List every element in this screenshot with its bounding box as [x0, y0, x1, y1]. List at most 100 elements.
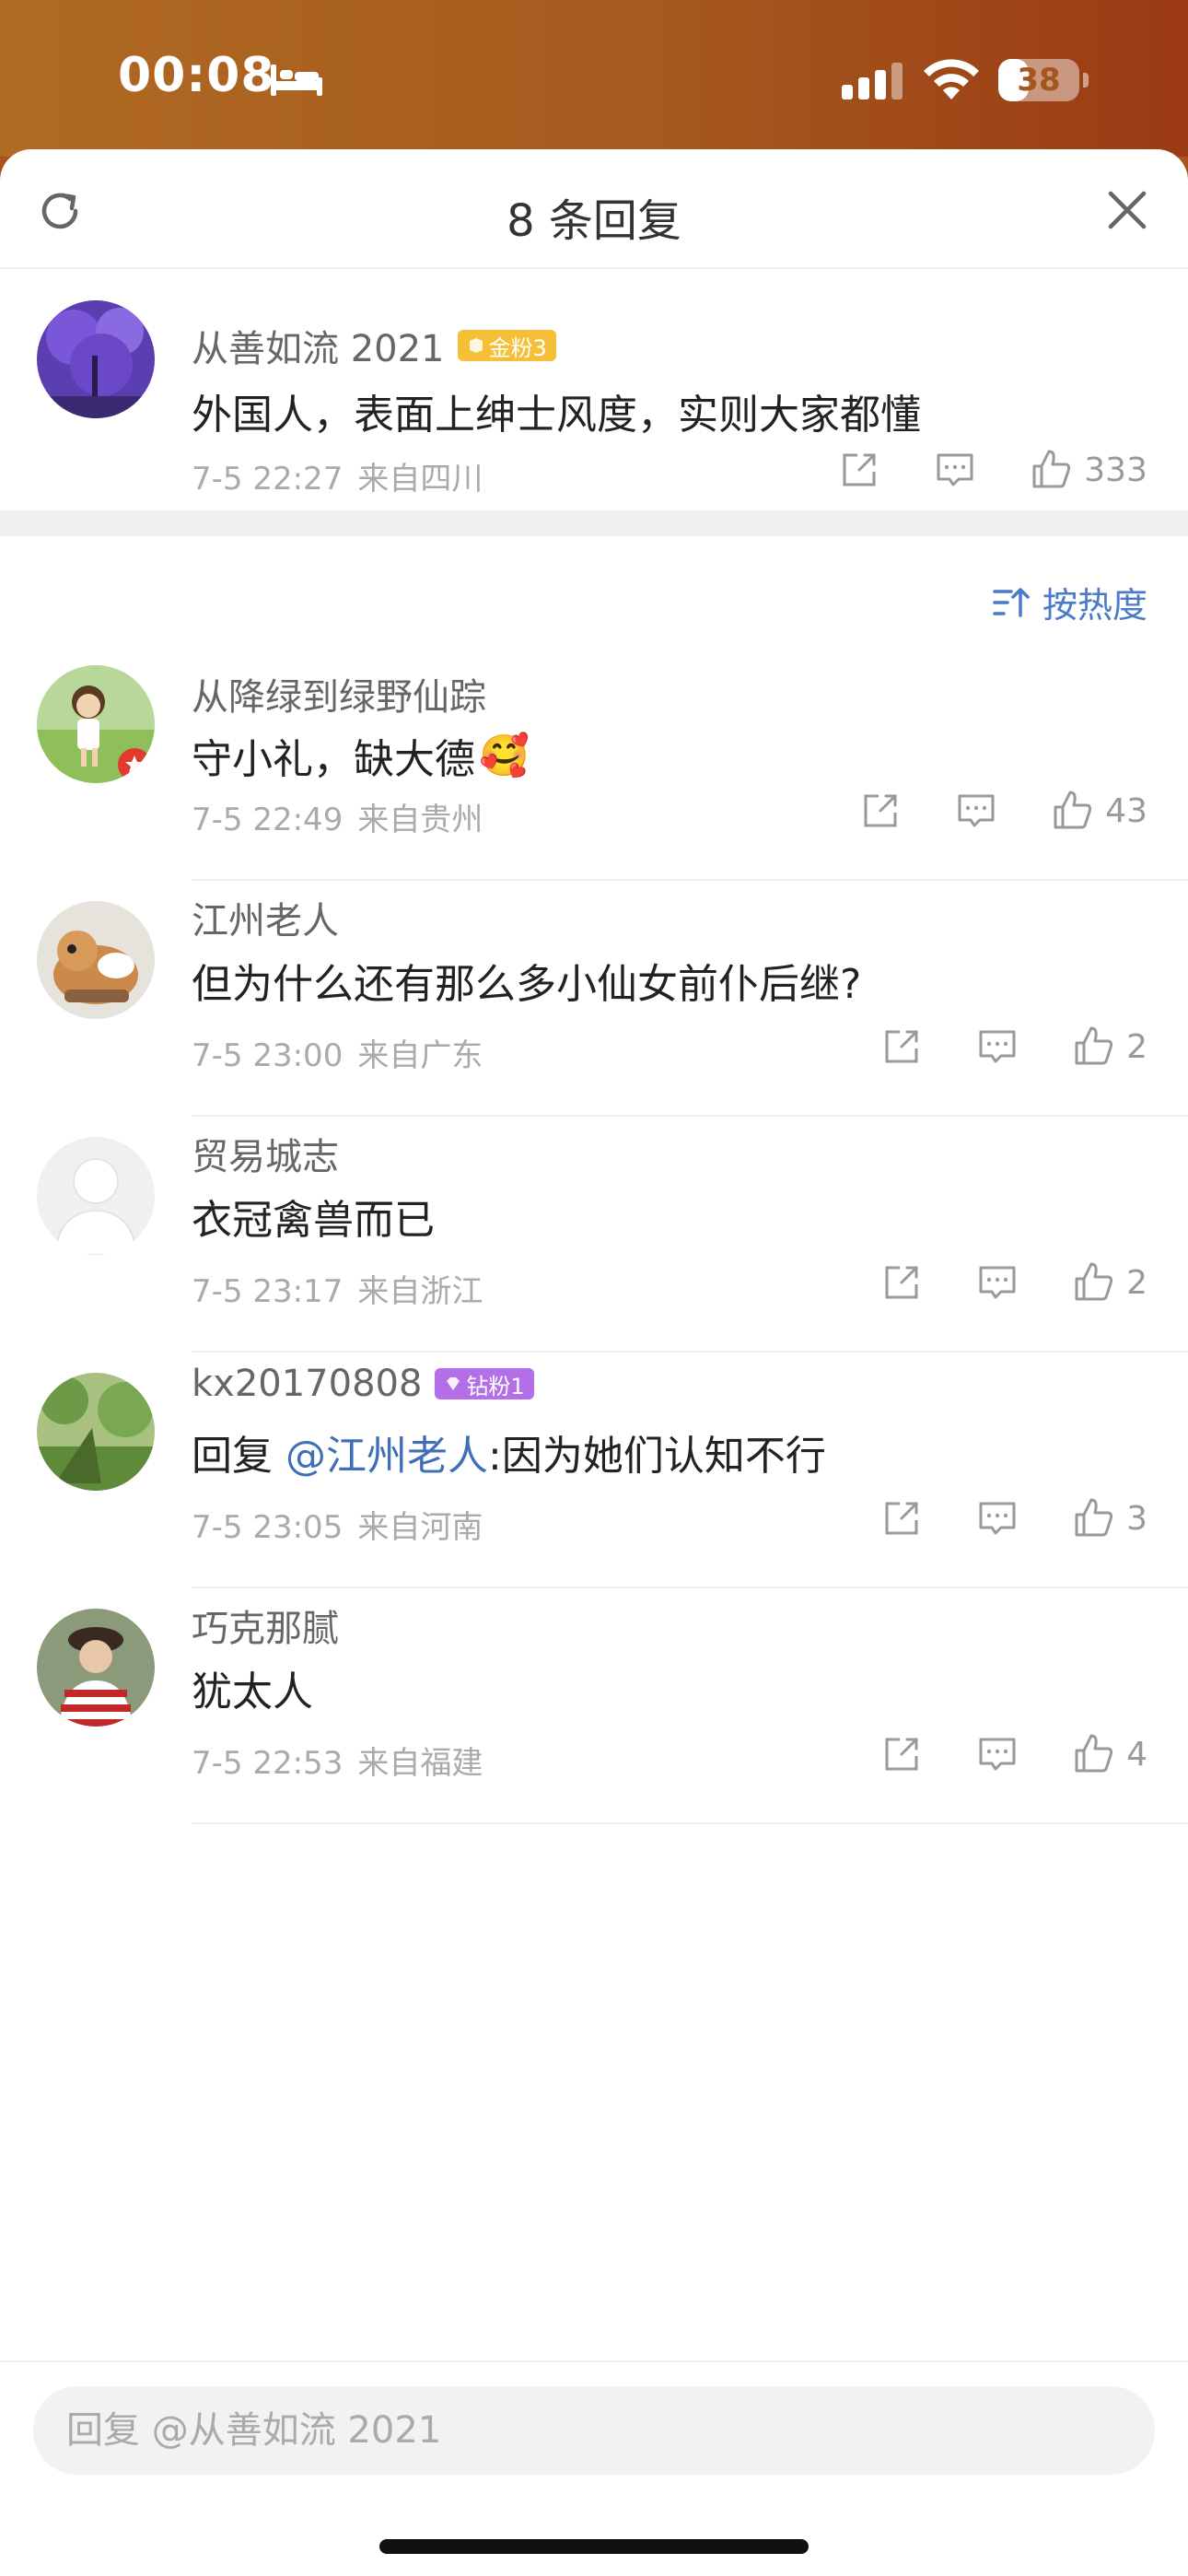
comment-icon[interactable]	[975, 1025, 1019, 1069]
battery-indicator: 38	[998, 59, 1079, 101]
comment-actions: 43	[858, 789, 1147, 833]
comment-icon[interactable]	[975, 1260, 1019, 1305]
comment-meta: 7-5 23:00 来自广东	[192, 1030, 483, 1075]
comment-date: 7-5 22:53	[192, 1745, 344, 1782]
comment-meta: 7-5 22:49 来自贵州	[192, 794, 483, 839]
status-bar: 00:08 38	[0, 0, 1188, 157]
reply-prefix: 回复	[192, 1433, 285, 1480]
sort-icon	[993, 587, 1030, 617]
username-text[interactable]: 从善如流 2021	[192, 319, 445, 372]
like-icon[interactable]	[1071, 1496, 1115, 1540]
comment-location: 来自浙江	[357, 1273, 483, 1310]
username-text[interactable]: 巧克那腻	[192, 1598, 339, 1652]
comment-icon[interactable]	[975, 1732, 1019, 1776]
like-icon[interactable]	[1029, 448, 1073, 492]
share-icon[interactable]	[879, 1260, 924, 1305]
share-icon[interactable]	[879, 1025, 924, 1069]
emoji-icon: 🥰	[479, 732, 530, 779]
wifi-icon	[924, 59, 979, 100]
sheet-header: 8 条回复	[0, 149, 1188, 269]
comment-actions: 2	[879, 1260, 1147, 1305]
status-time: 00:08	[118, 48, 275, 103]
comment-date: 7-5 23:17	[192, 1273, 344, 1310]
avatar[interactable]	[37, 300, 155, 418]
like-count: 4	[1126, 1735, 1147, 1774]
comment-username[interactable]: kx20170808 钻粉1	[192, 1363, 534, 1405]
avatar[interactable]	[37, 901, 155, 1019]
comment-meta: 7-5 22:27 来自四川	[192, 453, 483, 498]
like-count: 2	[1126, 1263, 1147, 1302]
battery-cap	[1083, 73, 1089, 88]
username-text[interactable]: 贸易城志	[192, 1127, 339, 1180]
comment-icon[interactable]	[933, 448, 977, 492]
comment-location: 来自广东	[357, 1037, 483, 1074]
bed-icon	[271, 64, 322, 96]
comment-date: 7-5 22:27	[192, 461, 344, 498]
badge-label: 钻粉1	[466, 1373, 525, 1399]
diamond-icon	[447, 1377, 460, 1390]
battery-level: 38	[1017, 62, 1061, 99]
sheet-title: 8 条回复	[507, 195, 681, 247]
avatar[interactable]	[37, 1137, 155, 1255]
username-text[interactable]: 从降绿到绿野仙踪	[192, 667, 486, 720]
crown-icon	[469, 338, 483, 353]
reply-item: 江州老人 但为什么还有那么多小仙女前仆后继? 7-5 23:00 来自广东 2	[0, 900, 1188, 1137]
avatar[interactable]	[37, 1609, 155, 1727]
fan-badge: 钻粉1	[435, 1368, 534, 1399]
comment-meta: 7-5 22:53 来自福建	[192, 1738, 483, 1783]
row-divider	[192, 1115, 1188, 1117]
share-icon[interactable]	[879, 1732, 924, 1776]
like-icon[interactable]	[1050, 789, 1094, 833]
badge-label: 金粉3	[488, 334, 547, 361]
avatar[interactable]	[37, 1373, 155, 1491]
comment-text: 衣冠禽兽而已	[192, 1197, 435, 1244]
comment-location: 来自河南	[357, 1509, 483, 1546]
row-divider	[192, 1351, 1188, 1352]
sort-button[interactable]: 按热度	[991, 577, 1147, 627]
comment-text-body: :因为她们认知不行	[488, 1433, 826, 1480]
reply-input[interactable]: 回复 @从善如流 2021	[33, 2386, 1155, 2475]
comment-username[interactable]: 从降绿到绿野仙踪	[192, 667, 486, 720]
mention-link[interactable]: @江州老人	[285, 1423, 488, 1481]
like-icon[interactable]	[1071, 1260, 1115, 1305]
username-text[interactable]: 江州老人	[192, 891, 339, 944]
comment-actions: 3	[879, 1496, 1147, 1540]
comment-username[interactable]: 巧克那腻	[192, 1598, 339, 1652]
comment-actions: 4	[879, 1732, 1147, 1776]
comment-location: 来自贵州	[357, 802, 483, 838]
comment-text: 外国人，表面上绅士风度，实则大家都懂	[192, 392, 921, 439]
row-divider	[192, 1822, 1188, 1824]
comment-location: 来自福建	[357, 1745, 483, 1782]
comment-text: 守小礼，缺大德 🥰	[192, 726, 530, 785]
comment-username[interactable]: 贸易城志	[192, 1127, 339, 1180]
fan-badge: 金粉3	[457, 330, 556, 361]
share-icon[interactable]	[837, 448, 881, 492]
comment-icon[interactable]	[975, 1496, 1019, 1540]
username-text[interactable]: kx20170808	[192, 1363, 422, 1405]
comment-meta: 7-5 23:17 来自浙江	[192, 1266, 483, 1311]
like-count: 3	[1126, 1499, 1147, 1538]
reply-item: 贸易城志 衣冠禽兽而已 7-5 23:17 来自浙江 2	[0, 1136, 1188, 1373]
comment-text: 回复 @江州老人 :因为她们认知不行	[192, 1423, 826, 1481]
comment-icon[interactable]	[954, 789, 998, 833]
comment-username[interactable]: 从善如流 2021 金粉3	[192, 319, 556, 372]
like-count: 333	[1084, 451, 1147, 489]
reply-item: kx20170808 钻粉1 回复 @江州老人 :因为她们认知不行 7-5 23…	[0, 1363, 1188, 1609]
comment-username[interactable]: 江州老人	[192, 891, 339, 944]
comment-location: 来自四川	[357, 461, 483, 498]
like-icon[interactable]	[1071, 1025, 1115, 1069]
comment-date: 7-5 23:05	[192, 1509, 344, 1546]
like-icon[interactable]	[1071, 1732, 1115, 1776]
share-icon[interactable]	[858, 789, 903, 833]
close-icon[interactable]	[1103, 186, 1151, 234]
comment-meta: 7-5 23:05 来自河南	[192, 1502, 483, 1547]
comment-text-body: 守小礼，缺大德	[192, 736, 475, 783]
home-indicator[interactable]	[379, 2539, 809, 2554]
sort-label[interactable]: 按热度	[1042, 577, 1147, 627]
like-count: 43	[1105, 791, 1147, 830]
reply-item: 巧克那腻 犹太人 7-5 22:53 来自福建 4	[0, 1608, 1188, 1844]
share-icon[interactable]	[879, 1496, 924, 1540]
row-divider	[192, 879, 1188, 881]
avatar[interactable]	[37, 665, 155, 783]
like-count: 2	[1126, 1027, 1147, 1066]
